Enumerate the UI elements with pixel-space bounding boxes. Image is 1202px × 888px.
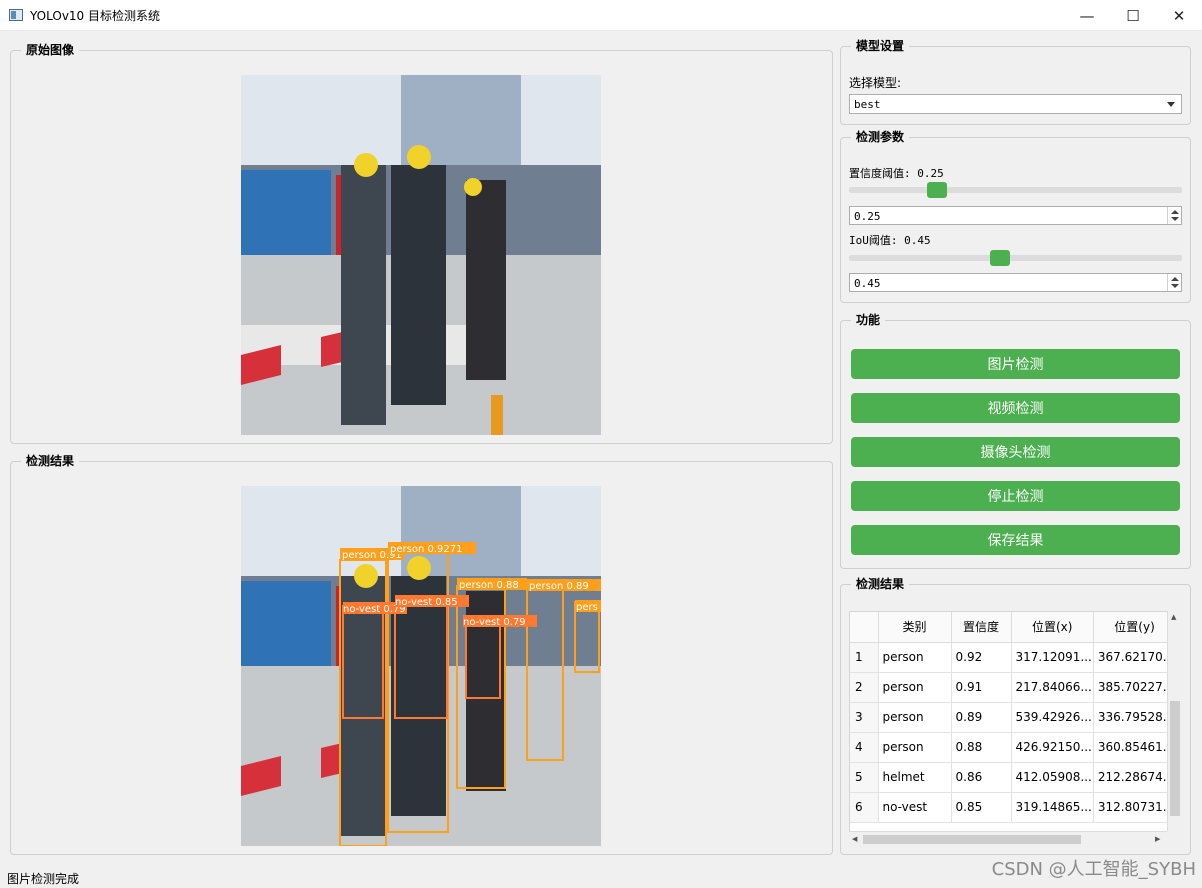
app-icon — [9, 9, 23, 21]
spinbox-value: 0.25 — [854, 210, 881, 223]
scroll-corner — [1167, 831, 1182, 846]
spin-down-icon[interactable] — [1171, 217, 1179, 221]
table-cell[interactable]: 0.86 — [951, 762, 1012, 793]
scrollbar-thumb[interactable] — [863, 835, 1081, 844]
group-title: 模型设置 — [851, 39, 910, 54]
detection-label: pers — [576, 602, 598, 613]
column-header-y[interactable]: 位置(y) — [1093, 612, 1177, 643]
model-select[interactable]: best — [849, 94, 1182, 114]
column-header-confidence[interactable]: 置信度 — [951, 612, 1012, 643]
group-title: 功能 — [851, 313, 886, 328]
slider-handle[interactable] — [927, 182, 947, 198]
title-bar: YOLOv10 目标检测系统 — ☐ ✕ — [0, 0, 1202, 31]
table-row[interactable]: 2 person 0.91 217.84066... 385.70227... — [850, 672, 1177, 703]
vertical-scrollbar[interactable]: ▲ — [1167, 611, 1182, 831]
detection-label: no-vest 0.79 — [463, 617, 526, 628]
table-cell[interactable]: 217.84066... — [1011, 672, 1094, 703]
maximize-button[interactable]: ☐ — [1110, 0, 1156, 31]
table-cell[interactable]: 0.92 — [951, 642, 1012, 673]
row-header[interactable]: 1 — [850, 642, 879, 673]
table-cell[interactable]: 412.05908... — [1011, 762, 1094, 793]
group-title: 检测参数 — [851, 130, 910, 145]
result-image: person 0.91 person 0.9271 person 0.88 pe… — [241, 486, 601, 846]
close-button[interactable]: ✕ — [1156, 0, 1202, 31]
status-text: 图片检测完成 — [7, 872, 80, 886]
detection-label: no-vest 0.85 — [395, 597, 458, 608]
detection-label: person 0.89 — [529, 581, 589, 592]
table-cell[interactable]: 312.80731... — [1093, 792, 1177, 823]
table-row[interactable]: 3 person 0.89 539.42926... 336.79528... — [850, 702, 1177, 733]
table-row[interactable]: 1 person 0.92 317.12091... 367.62170... — [850, 642, 1177, 673]
group-title: 原始图像 — [21, 43, 80, 58]
video-detect-button[interactable]: 视频检测 — [851, 393, 1180, 423]
table-cell[interactable]: person — [878, 732, 952, 763]
chevron-down-icon — [1167, 102, 1175, 107]
table-row[interactable]: 4 person 0.88 426.92150... 360.85461... — [850, 732, 1177, 763]
detection-label: person 0.88 — [459, 580, 519, 591]
spin-down-icon[interactable] — [1171, 284, 1179, 288]
table-cell[interactable]: 336.79528... — [1093, 702, 1177, 733]
corner-header[interactable] — [850, 612, 879, 643]
row-header[interactable]: 3 — [850, 702, 879, 733]
table-cell[interactable]: 317.12091... — [1011, 642, 1094, 673]
conf-threshold-slider[interactable] — [849, 182, 1182, 198]
table-cell[interactable]: 0.85 — [951, 792, 1012, 823]
table-cell[interactable]: no-vest — [878, 792, 952, 823]
column-header-class[interactable]: 类别 — [878, 612, 952, 643]
group-title: 检测结果 — [851, 577, 910, 592]
group-title: 检测结果 — [21, 454, 80, 469]
image-detect-button[interactable]: 图片检测 — [851, 349, 1180, 379]
model-select-label: 选择模型: — [849, 76, 902, 90]
save-results-button[interactable]: 保存结果 — [851, 525, 1180, 555]
spinbox-value: 0.45 — [854, 277, 881, 290]
column-header-x[interactable]: 位置(x) — [1011, 612, 1094, 643]
table-cell[interactable]: 0.89 — [951, 702, 1012, 733]
horizontal-scrollbar[interactable]: ◀ ▶ — [849, 831, 1167, 846]
watermark: CSDN @人工智能_SYBH — [991, 859, 1196, 880]
table-cell[interactable]: 0.88 — [951, 732, 1012, 763]
table-cell[interactable]: 319.14865... — [1011, 792, 1094, 823]
spin-up-icon[interactable] — [1171, 277, 1179, 281]
scroll-right-icon[interactable]: ▶ — [1155, 835, 1160, 843]
scroll-left-icon[interactable]: ◀ — [852, 835, 857, 843]
table-cell[interactable]: person — [878, 642, 952, 673]
iou-threshold-slider[interactable] — [849, 250, 1182, 266]
conf-threshold-spinbox[interactable]: 0.25 — [849, 206, 1182, 225]
table-cell[interactable]: 539.42926... — [1011, 702, 1094, 733]
iou-threshold-label: IoU阈值: 0.45 — [849, 234, 931, 247]
iou-threshold-spinbox[interactable]: 0.45 — [849, 273, 1182, 292]
minimize-button[interactable]: — — [1064, 0, 1110, 31]
table-cell[interactable]: 385.70227... — [1093, 672, 1177, 703]
row-header[interactable]: 2 — [850, 672, 879, 703]
table-cell[interactable]: 360.85461... — [1093, 732, 1177, 763]
row-header[interactable]: 6 — [850, 792, 879, 823]
table-row[interactable]: 6 no-vest 0.85 319.14865... 312.80731... — [850, 792, 1177, 823]
window-title: YOLOv10 目标检测系统 — [30, 9, 161, 23]
table-row[interactable]: 5 helmet 0.86 412.05908... 212.28674... — [850, 762, 1177, 793]
model-select-value: best — [854, 98, 881, 111]
slider-handle[interactable] — [990, 250, 1010, 266]
table-cell[interactable]: 212.28674... — [1093, 762, 1177, 793]
detection-label: person 0.9271 — [390, 544, 462, 555]
row-header[interactable]: 4 — [850, 732, 879, 763]
scroll-up-icon[interactable]: ▲ — [1171, 613, 1176, 621]
table-cell[interactable]: 367.62170... — [1093, 642, 1177, 673]
conf-threshold-label: 置信度阈值: 0.25 — [849, 167, 944, 180]
table-cell[interactable]: helmet — [878, 762, 952, 793]
table-cell[interactable]: 426.92150... — [1011, 732, 1094, 763]
camera-detect-button[interactable]: 摄像头检测 — [851, 437, 1180, 467]
spin-up-icon[interactable] — [1171, 210, 1179, 214]
row-header[interactable]: 5 — [850, 762, 879, 793]
table-cell[interactable]: person — [878, 702, 952, 733]
original-image — [241, 75, 601, 435]
results-table[interactable]: 类别 置信度 位置(x) 位置(y) 1 person 0.92 317.120… — [849, 611, 1182, 846]
table-cell[interactable]: person — [878, 672, 952, 703]
table-cell[interactable]: 0.91 — [951, 672, 1012, 703]
table-header-row: 类别 置信度 位置(x) 位置(y) — [850, 612, 1177, 643]
scrollbar-thumb[interactable] — [1170, 701, 1180, 816]
stop-detect-button[interactable]: 停止检测 — [851, 481, 1180, 511]
